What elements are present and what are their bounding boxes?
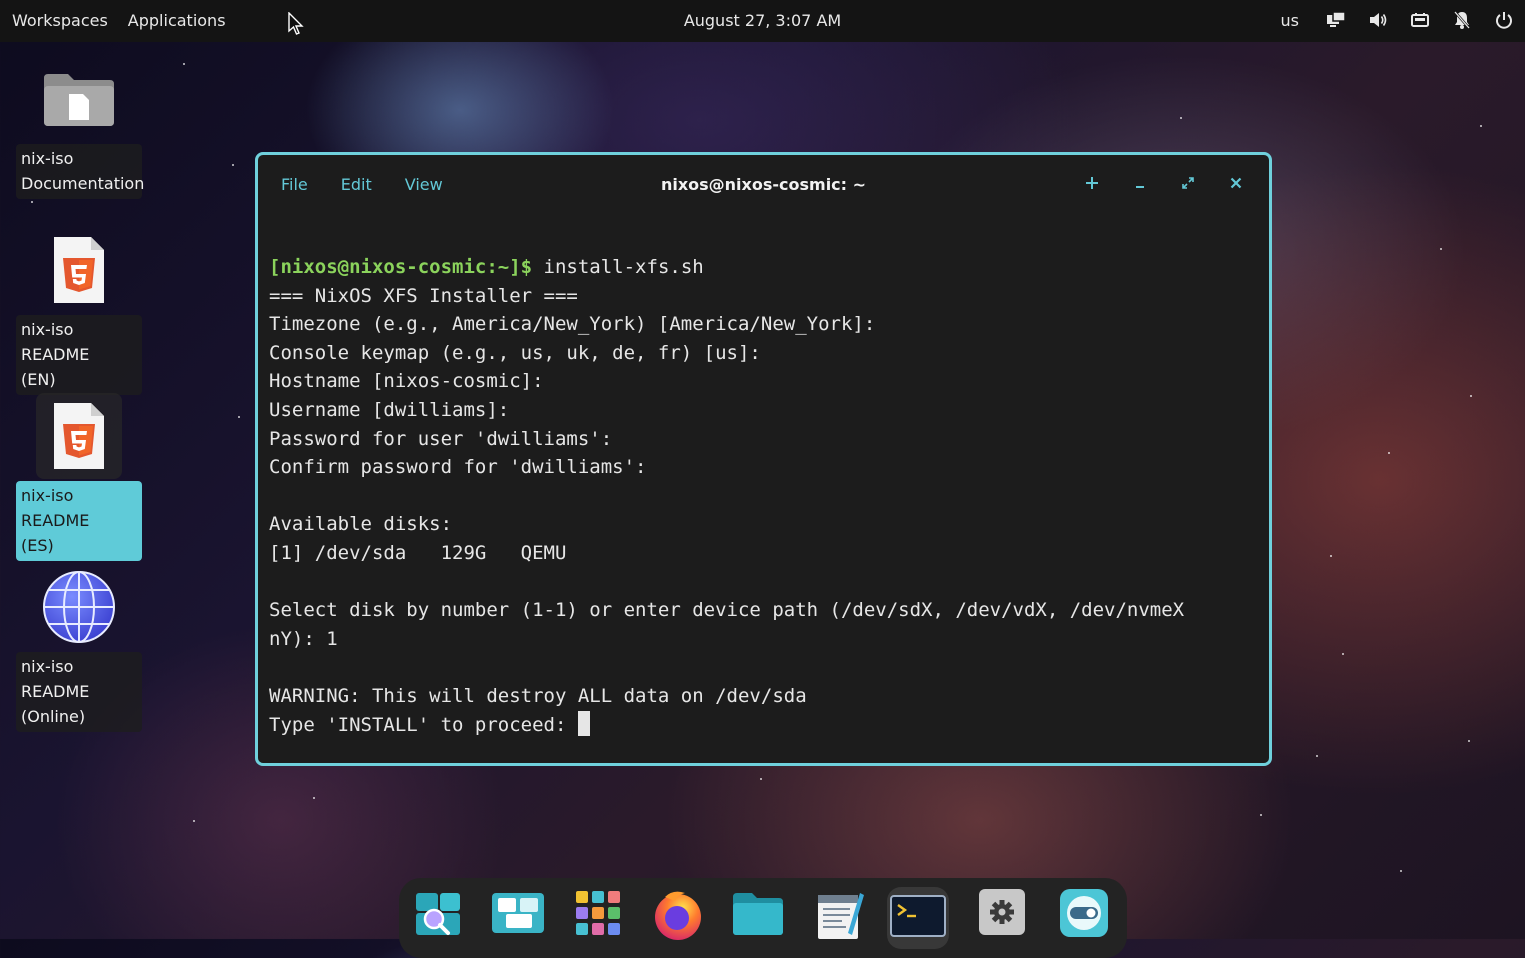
desktop-item-label: (Online) [21, 707, 86, 726]
menu-view[interactable]: View [405, 175, 443, 194]
terminal-output[interactable]: [nixos@nixos-cosmic:~]$ install-xfs.sh ==… [269, 253, 1249, 739]
terminal-line: Select disk by number (1-1) or enter dev… [269, 599, 1185, 622]
battery-icon[interactable] [1409, 9, 1431, 31]
dock-workspaces[interactable] [487, 887, 549, 949]
html5-file-icon [54, 237, 104, 303]
desktop-item-label: nix-iso README [21, 657, 90, 701]
terminal-header-bar[interactable]: nixos@nixos-cosmic: ~ File Edit View [258, 155, 1269, 215]
desktop-item-label: nix-iso README [21, 320, 90, 364]
globe-icon [43, 571, 115, 643]
dock-settings[interactable] [971, 887, 1033, 949]
app-library-icon [576, 891, 620, 935]
desktop-item-label: nix-iso [21, 149, 74, 168]
dock-firefox[interactable] [647, 887, 709, 949]
dock-app-library[interactable] [567, 887, 629, 949]
menu-edit[interactable]: Edit [341, 175, 372, 194]
files-icon [733, 893, 783, 935]
desktop-item-documentation[interactable]: nix-iso Documentation [13, 56, 145, 199]
workspaces-overview-icon [492, 893, 544, 933]
terminal-line: Password for user 'dwilliams': [269, 427, 613, 450]
plus-icon [1086, 177, 1098, 189]
terminal-line: [nixos@nixos-cosmic:~]$ install-xfs.sh [269, 253, 1249, 282]
terminal-line: === NixOS XFS Installer === [269, 284, 578, 307]
dock-files[interactable] [727, 887, 789, 949]
terminal-line: [1] /dev/sda 129G QEMU [269, 541, 567, 564]
text-editor-icon [818, 893, 864, 939]
terminal-line: Available disks: [269, 513, 453, 536]
close-button[interactable] [1225, 172, 1247, 194]
desktop-item-readme-en[interactable]: nix-iso README (EN) [13, 227, 145, 395]
dock-store[interactable] [1053, 887, 1115, 949]
terminal-line: Type 'INSTALL' to proceed: [269, 710, 1249, 740]
notifications-off-icon[interactable] [1451, 9, 1473, 31]
terminal-prompt: [nixos@nixos-cosmic:~]$ [269, 256, 533, 278]
display-icon[interactable] [1325, 9, 1347, 31]
terminal-line: nY): 1 [269, 627, 338, 650]
desktop-item-label: Documentation [21, 174, 145, 193]
terminal-line: Timezone (e.g., America/New_York) [Ameri… [269, 313, 876, 336]
minimize-button[interactable] [1129, 172, 1151, 194]
terminal-line: Username [dwilliams]: [269, 398, 510, 421]
desktop-item-readme-online[interactable]: nix-iso README (Online) [13, 564, 145, 732]
terminal-line: Console keymap (e.g., us, uk, de, fr) [u… [269, 341, 761, 364]
desktop-item-label: (EN) [21, 370, 56, 389]
firefox-icon [655, 891, 701, 940]
dock-terminal[interactable] [887, 887, 949, 949]
desktop-item-label: nix-iso README [21, 486, 90, 530]
settings-icon [979, 889, 1025, 935]
html5-file-icon [54, 403, 104, 469]
terminal-command: install-xfs.sh [532, 256, 704, 278]
volume-icon[interactable] [1367, 9, 1389, 31]
dock-launcher-search[interactable] [407, 887, 469, 949]
dock-text-editor[interactable] [807, 887, 869, 949]
top-panel: Workspaces Applications August 27, 3:07 … [0, 0, 1525, 42]
terminal-line: Hostname [nixos-cosmic]: [269, 370, 544, 393]
maximize-icon [1182, 177, 1194, 189]
store-icon [1060, 889, 1108, 937]
new-tab-button[interactable] [1081, 172, 1103, 194]
terminal-input-prompt: Type 'INSTALL' to proceed: [269, 713, 578, 736]
terminal-line: Confirm password for 'dwilliams': [269, 456, 647, 479]
terminal-window[interactable]: nixos@nixos-cosmic: ~ File Edit View [ni… [255, 152, 1272, 766]
close-icon [1230, 177, 1242, 189]
minimize-icon [1136, 186, 1144, 188]
desktop-item-label: (ES) [21, 536, 54, 555]
launcher-search-icon [416, 893, 460, 935]
folder-icon [44, 74, 114, 126]
menu-file[interactable]: File [281, 175, 308, 194]
clock-button[interactable]: August 27, 3:07 AM [684, 11, 841, 30]
maximize-button[interactable] [1177, 172, 1199, 194]
terminal-line: WARNING: This will destroy ALL data on /… [269, 684, 807, 707]
desktop-item-readme-es[interactable]: nix-iso README (ES) [13, 393, 145, 561]
dock [399, 878, 1127, 958]
keyboard-layout-indicator[interactable]: us [1281, 11, 1299, 30]
text-cursor[interactable] [577, 710, 590, 736]
power-icon[interactable] [1493, 9, 1515, 31]
terminal-icon [890, 895, 946, 937]
